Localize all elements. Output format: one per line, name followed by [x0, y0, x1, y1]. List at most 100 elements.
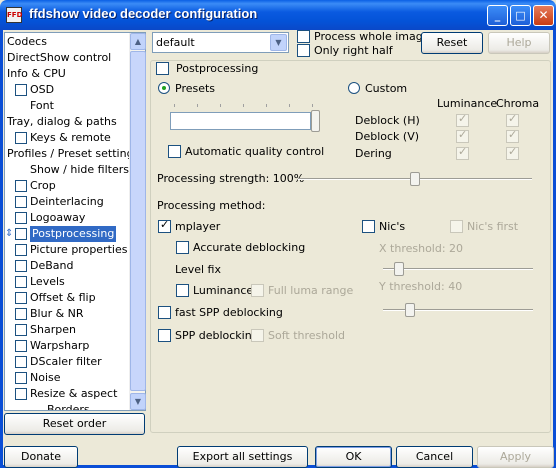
- scroll-down-icon[interactable]: ▼: [130, 393, 146, 410]
- tree-item[interactable]: Crop: [5, 178, 129, 194]
- tree-item[interactable]: Profiles / Preset settings: [5, 146, 139, 162]
- minimize-button[interactable]: _: [487, 5, 508, 26]
- tree-item-label: DirectShow control: [7, 51, 112, 64]
- tree-item[interactable]: DeBand: [5, 258, 129, 274]
- close-button[interactable]: ✕: [533, 5, 554, 26]
- tree-item[interactable]: Warpsharp: [5, 338, 129, 354]
- cancel-button[interactable]: Cancel: [396, 446, 473, 468]
- mplayer-checkbox[interactable]: ✓: [158, 218, 171, 233]
- tree-item[interactable]: Blur & NR: [5, 306, 129, 322]
- apply-button[interactable]: Apply: [477, 446, 554, 468]
- tree-item-label: DeBand: [30, 259, 74, 272]
- preset-quality-slider[interactable]: [170, 112, 311, 130]
- ok-button[interactable]: OK: [315, 446, 392, 468]
- tree-item[interactable]: Noise: [5, 370, 129, 386]
- tree-scrollbar[interactable]: ▲ ▼: [129, 33, 146, 410]
- tree-item-checkbox[interactable]: [15, 260, 27, 272]
- tree-item[interactable]: Deinterlacing: [5, 194, 129, 210]
- reset-order-button[interactable]: Reset order: [4, 413, 145, 435]
- tree-item[interactable]: Info & CPU: [5, 66, 129, 82]
- tree-item-checkbox[interactable]: [15, 292, 27, 304]
- presets-radio[interactable]: [158, 82, 170, 94]
- level-fix-luminance-checkbox[interactable]: [176, 284, 189, 297]
- nics-first-checkbox[interactable]: [450, 220, 463, 233]
- tree-item-checkbox[interactable]: [15, 324, 27, 336]
- tree-item-label: Noise: [30, 371, 61, 384]
- tree-item[interactable]: OSD: [5, 82, 129, 98]
- x-threshold-track[interactable]: [383, 268, 533, 270]
- x-threshold-thumb[interactable]: [394, 262, 404, 276]
- tree-item-label: Resize & aspect: [30, 387, 118, 400]
- tree-item[interactable]: Logoaway: [5, 210, 129, 226]
- window-title: ffdshow video decoder configuration: [29, 6, 258, 21]
- maximize-button[interactable]: □: [510, 5, 531, 26]
- chevron-down-icon[interactable]: ▼: [270, 34, 287, 51]
- tree-item[interactable]: Borders: [5, 402, 129, 410]
- full-luma-range-checkbox[interactable]: [251, 284, 264, 297]
- y-threshold-thumb[interactable]: [405, 303, 415, 317]
- preset-combo[interactable]: default ▼: [152, 32, 289, 53]
- slider-tick: [289, 104, 290, 107]
- tree-item[interactable]: Codecs: [5, 34, 129, 50]
- dering-luma-checkbox[interactable]: ✓: [456, 145, 469, 160]
- postprocessing-enable-checkbox[interactable]: [156, 62, 169, 75]
- tree-item-checkbox[interactable]: [15, 132, 27, 144]
- tree-item[interactable]: Sharpen: [5, 322, 129, 338]
- tree-item-label: Levels: [30, 275, 65, 288]
- filter-tree[interactable]: Codecs DirectShow control Info & CPU OSD Fon…: [4, 32, 146, 411]
- tree-item-checkbox[interactable]: [15, 388, 27, 400]
- deblock-h-chroma-checkbox[interactable]: ✓: [506, 112, 519, 127]
- tree-item-checkbox[interactable]: [15, 84, 27, 96]
- tree-item[interactable]: ⇕ Postprocessing: [5, 226, 129, 242]
- title-bar[interactable]: FFD ffdshow video decoder configuration …: [0, 0, 556, 30]
- tree-item[interactable]: Offset & flip: [5, 290, 129, 306]
- custom-radio[interactable]: [348, 82, 360, 94]
- process-whole-image-checkbox[interactable]: [297, 30, 310, 43]
- slider-tick: [312, 104, 313, 107]
- reset-button[interactable]: Reset: [421, 32, 483, 54]
- export-all-settings-button[interactable]: Export all settings: [177, 446, 308, 468]
- donate-button[interactable]: Donate: [4, 446, 78, 468]
- tree-item[interactable]: DirectShow control: [5, 50, 129, 66]
- tree-item-checkbox[interactable]: [15, 196, 27, 208]
- dering-chroma-checkbox[interactable]: ✓: [506, 145, 519, 160]
- auto-quality-checkbox[interactable]: [168, 145, 181, 158]
- tree-item-checkbox[interactable]: [15, 372, 27, 384]
- soft-threshold-checkbox[interactable]: [251, 329, 264, 342]
- scroll-up-icon[interactable]: ▲: [130, 33, 146, 50]
- tree-item[interactable]: Picture properties: [5, 242, 129, 258]
- scroll-thumb[interactable]: [130, 51, 146, 391]
- fast-spp-checkbox[interactable]: [158, 306, 171, 319]
- nics-first-label: Nic's first: [467, 220, 519, 233]
- tree-item[interactable]: Keys & remote: [5, 130, 129, 146]
- tree-item-label: Logoaway: [30, 211, 86, 224]
- tree-item[interactable]: Levels: [5, 274, 129, 290]
- tree-item[interactable]: Resize & aspect: [5, 386, 129, 402]
- strength-slider-thumb[interactable]: [410, 172, 420, 186]
- preset-quality-thumb[interactable]: [311, 110, 320, 132]
- app-icon[interactable]: FFD: [6, 7, 22, 23]
- deblock-v-luma-checkbox[interactable]: ✓: [456, 128, 469, 143]
- tree-item-checkbox[interactable]: [15, 356, 27, 368]
- tree-item-checkbox[interactable]: [15, 212, 27, 224]
- presets-label: Presets: [175, 82, 216, 95]
- tree-item-checkbox[interactable]: [15, 308, 27, 320]
- accurate-deblocking-checkbox[interactable]: [176, 241, 189, 254]
- only-right-half-checkbox[interactable]: [297, 44, 310, 57]
- spp-checkbox[interactable]: [158, 329, 171, 342]
- tree-item-checkbox[interactable]: [15, 340, 27, 352]
- tree-item-checkbox[interactable]: [15, 228, 27, 240]
- deblock-h-luma-checkbox[interactable]: ✓: [456, 112, 469, 127]
- deblock-v-chroma-checkbox[interactable]: ✓: [506, 128, 519, 143]
- tree-item-checkbox[interactable]: [15, 276, 27, 288]
- nics-label: Nic's: [379, 220, 406, 233]
- tree-item[interactable]: Tray, dialog & paths: [5, 114, 129, 130]
- nics-checkbox[interactable]: [362, 220, 375, 233]
- tree-item-checkbox[interactable]: [15, 244, 27, 256]
- tree-item-checkbox[interactable]: [15, 180, 27, 192]
- drag-handle-icon[interactable]: ⇕: [5, 226, 13, 242]
- tree-item[interactable]: Show / hide filters: [5, 162, 129, 178]
- tree-item[interactable]: Font: [5, 98, 129, 114]
- help-button[interactable]: Help: [488, 32, 550, 54]
- tree-item[interactable]: DScaler filter: [5, 354, 129, 370]
